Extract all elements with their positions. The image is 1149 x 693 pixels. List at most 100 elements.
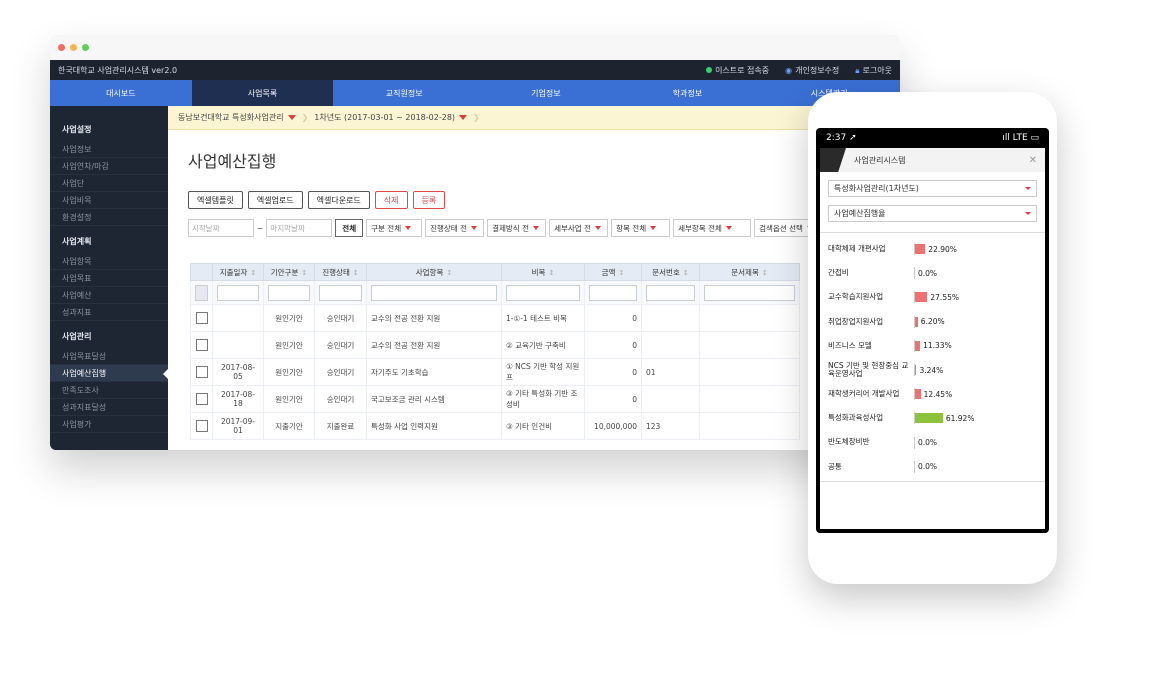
phone-metric-select[interactable]: 사업예산집행율 bbox=[828, 205, 1037, 222]
column-header[interactable]: 문서번호 ↕ bbox=[641, 263, 700, 281]
column-header[interactable]: 금액 ↕ bbox=[584, 263, 642, 281]
select-all-checkbox[interactable] bbox=[195, 284, 208, 301]
column-header[interactable]: 기안구분 ↕ bbox=[263, 263, 315, 281]
sidebar-item[interactable]: 성과지표달성 bbox=[50, 399, 168, 416]
sort-icon[interactable]: ↕ bbox=[548, 269, 554, 277]
column-filter-input[interactable] bbox=[704, 284, 795, 301]
sidebar-item[interactable]: 사업정보 bbox=[50, 141, 168, 158]
nav-project-list[interactable]: 사업목록 bbox=[191, 80, 334, 106]
sidebar-item[interactable]: 사업비목 bbox=[50, 192, 168, 209]
phone-tab-shape bbox=[820, 148, 846, 172]
sidebar-item[interactable]: 사업항목 bbox=[50, 253, 168, 270]
filter-select[interactable]: 항목 전체 bbox=[611, 219, 671, 237]
filter-select[interactable]: 세부항목 전체 bbox=[673, 219, 752, 237]
table-cell: 1-①-1 테스트 비목 bbox=[501, 304, 585, 332]
table-cell: 원인기안 bbox=[263, 358, 315, 386]
column-header[interactable]: 비목 ↕ bbox=[501, 263, 585, 281]
window-minimize-dot[interactable] bbox=[70, 44, 77, 51]
delete-button[interactable]: 삭제 bbox=[374, 191, 408, 209]
sidebar-item[interactable]: 사업단 bbox=[50, 175, 168, 192]
sort-icon[interactable]: ↕ bbox=[683, 269, 689, 277]
caret-down-icon bbox=[287, 115, 296, 120]
column-filter-input[interactable] bbox=[217, 284, 259, 301]
filter-bar: 시작날짜 ~ 마지막날짜 전체 구분 전체 진행상태 전 결제방식 전 세부사업 전 항… bbox=[188, 219, 813, 237]
sort-icon[interactable]: ↕ bbox=[762, 269, 768, 277]
profile-link[interactable]: ◉ 개인정보수정 bbox=[785, 65, 839, 76]
sort-icon[interactable]: ↕ bbox=[301, 269, 307, 277]
phone-project-select[interactable]: 특성화사업관리(1차년도) bbox=[828, 180, 1037, 197]
nav-department-info[interactable]: 학과정보 bbox=[617, 80, 759, 106]
column-header[interactable]: 진행상태 ↕ bbox=[314, 263, 367, 281]
window-maximize-dot[interactable] bbox=[82, 44, 89, 51]
row-checkbox[interactable] bbox=[195, 339, 208, 351]
table-cell: 승인대기 bbox=[314, 358, 367, 386]
nav-staff-info[interactable]: 교직원정보 bbox=[333, 80, 475, 106]
sort-icon[interactable]: ↕ bbox=[353, 269, 359, 277]
table-cell: 2017-08-18 bbox=[212, 385, 264, 413]
close-icon[interactable]: ✕ bbox=[1029, 155, 1045, 166]
chart-row: 비즈니스 모델 11.33% bbox=[820, 334, 1045, 358]
row-checkbox[interactable] bbox=[195, 393, 208, 405]
excel-template-button[interactable]: 엑셀템플릿 bbox=[188, 191, 243, 209]
column-filter-input[interactable] bbox=[319, 284, 362, 301]
sidebar-item[interactable]: 만족도조사 bbox=[50, 382, 168, 399]
column-filter-input[interactable] bbox=[371, 284, 497, 301]
start-date-input[interactable]: 시작날짜 bbox=[188, 219, 254, 237]
sidebar-item[interactable]: 환경설정 bbox=[50, 209, 168, 226]
table-row[interactable]: 2017-09-01 지출기안 지출완료 특성화 사업 인력지원 ③ 기타 인건비 10,… bbox=[190, 412, 800, 440]
excel-upload-button[interactable]: 엑셀업로드 bbox=[247, 191, 303, 209]
sidebar-item[interactable]: 성과지표 bbox=[50, 304, 168, 321]
chart-value-label: 6.20% bbox=[920, 317, 945, 327]
column-filter-input[interactable] bbox=[268, 284, 310, 301]
table-cell bbox=[212, 304, 264, 332]
filter-select[interactable]: 검색옵션 선택 bbox=[754, 219, 813, 237]
table-row[interactable]: 원인기안 승인대기 교수의 전공 전환 지원 1-①-1 테스트 비목 0 bbox=[190, 304, 800, 332]
row-checkbox[interactable] bbox=[195, 366, 208, 378]
chart-bar-track: 0.0% bbox=[914, 460, 1006, 473]
table-row[interactable]: 2017-08-05 원인기안 승인대기 자기주도 기초학습 ① NCS 기반 학성 지… bbox=[190, 358, 800, 386]
caret-down-icon bbox=[1025, 187, 1031, 190]
filter-select[interactable]: 결제방식 전 bbox=[487, 219, 547, 237]
filter-select[interactable]: 진행상태 전 bbox=[425, 219, 485, 237]
sidebar-item[interactable]: 사업예산 bbox=[50, 287, 168, 304]
caret-down-icon bbox=[1025, 212, 1031, 215]
column-header[interactable]: 사업항목 ↕ bbox=[366, 263, 502, 281]
nav-dashboard[interactable]: 대시보드 bbox=[50, 80, 192, 106]
window-close-dot[interactable] bbox=[58, 44, 65, 51]
excel-download-button[interactable]: 엑셀다운로드 bbox=[307, 191, 370, 209]
table-row[interactable]: 원인기안 승인대기 교수의 전공 전환 지원 ② 교육기반 구축비 0 bbox=[190, 331, 800, 359]
action-buttons: 엑셀템플릿 엑셀업로드 엑셀다운로드 삭제 등록 bbox=[188, 191, 446, 209]
row-checkbox[interactable] bbox=[195, 420, 208, 432]
filter-cell bbox=[366, 280, 502, 305]
filter-select[interactable]: 세부사업 전 bbox=[549, 219, 609, 237]
column-filter-input[interactable] bbox=[646, 284, 695, 301]
lock-icon: 🔒︎ bbox=[855, 65, 860, 75]
nav-company-info[interactable]: 기업정보 bbox=[475, 80, 617, 106]
column-header[interactable]: 지출일자 ↕ bbox=[212, 263, 264, 281]
chart-row: 반도체장비반 0.0% bbox=[820, 431, 1045, 455]
sidebar-item[interactable]: 사업연차/마감 bbox=[50, 158, 168, 175]
sort-icon[interactable]: ↕ bbox=[446, 269, 452, 277]
register-button[interactable]: 등록 bbox=[412, 191, 446, 209]
logout-link[interactable]: 🔒︎ 로그아웃 bbox=[855, 65, 892, 76]
sidebar-item[interactable]: 사업평가 bbox=[50, 416, 168, 433]
caret-down-icon bbox=[459, 115, 468, 120]
chart-bar-track: 61.92% bbox=[914, 412, 1006, 425]
end-date-input[interactable]: 마지막날짜 bbox=[266, 219, 333, 237]
breadcrumb-project[interactable]: 동남보건대학교 특성화사업관리 bbox=[178, 112, 296, 123]
column-filter-input[interactable] bbox=[589, 284, 637, 301]
filter-select[interactable]: 구분 전체 bbox=[366, 219, 423, 237]
column-filter-input[interactable] bbox=[506, 284, 580, 301]
table-cell: 123 bbox=[641, 412, 700, 440]
sort-icon[interactable]: ↕ bbox=[250, 269, 256, 277]
sidebar-item[interactable]: 사업목표달성 bbox=[50, 348, 168, 365]
column-header[interactable]: 문서제목 ↕ bbox=[699, 263, 800, 281]
sort-icon[interactable]: ↕ bbox=[618, 269, 624, 277]
sidebar-item[interactable]: 사업목표 bbox=[50, 270, 168, 287]
table-cell: 승인대기 bbox=[314, 304, 367, 332]
row-checkbox[interactable] bbox=[195, 312, 208, 324]
breadcrumb-year[interactable]: 1차년도 (2017-03-01 ~ 2018-02-28) bbox=[314, 112, 468, 123]
table-row[interactable]: 2017-08-18 원인기안 승인대기 국고보조금 관리 시스템 ③ 기타 특성화 기… bbox=[190, 385, 800, 413]
sidebar-item[interactable]: 사업예산집행 bbox=[50, 365, 168, 382]
all-filter-button[interactable]: 전체 bbox=[335, 219, 364, 237]
